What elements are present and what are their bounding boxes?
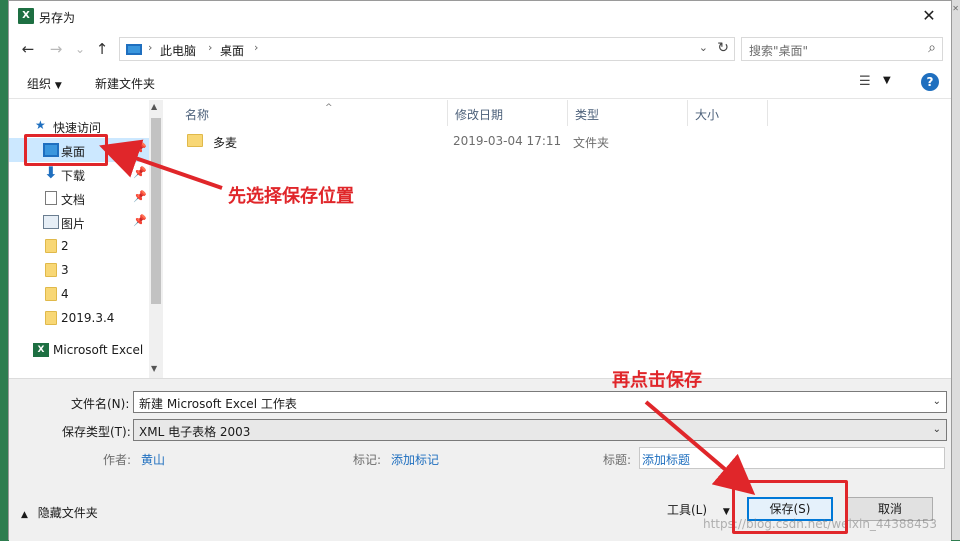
annotation-box-save bbox=[732, 480, 848, 534]
annotation-arrow-2 bbox=[644, 400, 756, 495]
annotation-arrows bbox=[99, 139, 756, 495]
annotation-arrow-1 bbox=[99, 139, 223, 190]
annotation-step2: 再点击保存 bbox=[612, 370, 702, 391]
annotation-step1: 先选择保存位置 bbox=[228, 186, 354, 207]
